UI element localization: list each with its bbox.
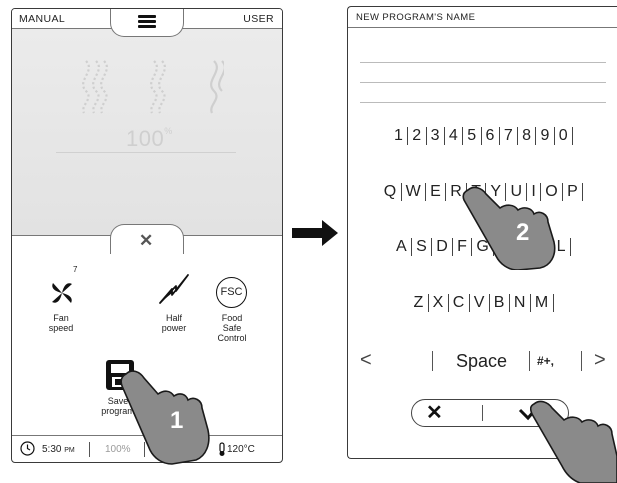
key-0[interactable]: 0	[556, 127, 571, 145]
keyboard-row-zxcv: ZXCVBNM	[348, 294, 617, 312]
humidity-display-area: MANUAL USER 100%	[12, 9, 282, 235]
name-input-line[interactable]	[360, 102, 606, 103]
step-2-badge: 2	[516, 219, 529, 246]
status-separator	[89, 442, 90, 457]
key-separator	[572, 127, 574, 145]
keyboard-row-digits: 1234567890	[348, 127, 617, 145]
status-time-value: 5:30	[42, 444, 62, 455]
key-n[interactable]: N	[511, 294, 529, 312]
user-label[interactable]: USER	[243, 13, 274, 25]
status-core-temp[interactable]: 120°C	[227, 444, 255, 455]
status-time-suffix: PM	[64, 447, 75, 454]
fan-speed-label: Fan speed	[48, 313, 74, 333]
key-separator	[553, 127, 555, 145]
title-divider	[348, 27, 617, 28]
previous-key[interactable]: <	[360, 349, 372, 372]
pill-separator	[482, 405, 483, 421]
key-separator	[432, 351, 433, 371]
key-separator	[535, 127, 537, 145]
key-e[interactable]: E	[427, 183, 444, 201]
food-safe-control-icon[interactable]: FSC	[216, 277, 247, 308]
symbols-key[interactable]: #+,	[537, 354, 554, 368]
key-x[interactable]: X	[430, 294, 447, 312]
key-separator	[529, 294, 531, 312]
key-v[interactable]: V	[471, 294, 488, 312]
humidity-number: 100	[126, 126, 165, 151]
next-key[interactable]: >	[594, 349, 606, 372]
key-separator	[498, 127, 500, 145]
close-icon[interactable]: ✕	[139, 231, 153, 251]
space-key[interactable]: Space	[456, 351, 507, 372]
pointing-hand-icon	[530, 400, 617, 483]
key-separator	[468, 294, 470, 312]
key-8[interactable]: 8	[519, 127, 534, 145]
screen-title: NEW PROGRAM'S NAME	[356, 12, 476, 23]
key-separator	[443, 127, 445, 145]
key-separator	[431, 238, 433, 256]
name-input-line[interactable]	[360, 82, 606, 83]
clock-icon	[20, 441, 35, 456]
cancel-button[interactable]: ✕	[426, 400, 443, 425]
key-separator	[425, 183, 427, 201]
humidity-divider	[56, 152, 236, 153]
key-separator	[517, 127, 519, 145]
key-separator	[400, 183, 402, 201]
fan-speed-level: 7	[73, 265, 78, 274]
key-separator	[581, 351, 582, 371]
key-s[interactable]: S	[413, 238, 430, 256]
key-separator	[447, 294, 449, 312]
key-4[interactable]: 4	[446, 127, 461, 145]
key-1[interactable]: 1	[391, 127, 406, 145]
status-time[interactable]: 5:30 PM	[42, 444, 75, 455]
key-z[interactable]: Z	[410, 294, 426, 312]
key-separator	[452, 238, 454, 256]
fan-icon[interactable]	[50, 281, 74, 305]
food-safe-control-label: Food Safe Control	[217, 313, 247, 343]
key-separator	[480, 127, 482, 145]
key-separator	[582, 183, 584, 201]
key-9[interactable]: 9	[537, 127, 552, 145]
key-m[interactable]: M	[532, 294, 552, 312]
key-2[interactable]: 2	[409, 127, 424, 145]
key-b[interactable]: B	[491, 294, 508, 312]
half-power-icon[interactable]	[158, 273, 190, 305]
key-6[interactable]: 6	[483, 127, 498, 145]
key-separator	[529, 351, 530, 371]
pointing-hand-icon: 1	[120, 370, 210, 465]
key-separator	[462, 127, 464, 145]
key-w[interactable]: W	[403, 183, 425, 201]
key-q[interactable]: Q	[381, 183, 400, 201]
humidity-value: 100%	[126, 126, 173, 152]
key-separator	[425, 127, 427, 145]
key-separator	[427, 294, 429, 312]
humidity-unit: %	[164, 126, 173, 136]
key-separator	[508, 294, 510, 312]
key-separator	[411, 238, 413, 256]
name-input-line[interactable]	[360, 62, 606, 63]
key-d[interactable]: D	[433, 238, 451, 256]
half-power-label: Half power	[161, 313, 187, 333]
arrow-right-icon	[292, 220, 338, 246]
key-5[interactable]: 5	[464, 127, 479, 145]
step-1-badge: 1	[170, 407, 183, 434]
key-7[interactable]: 7	[501, 127, 516, 145]
key-separator	[407, 127, 409, 145]
key-separator	[552, 294, 554, 312]
pointing-hand-icon: 2	[462, 186, 556, 270]
key-3[interactable]: 3	[428, 127, 443, 145]
key-c[interactable]: C	[450, 294, 468, 312]
key-a[interactable]: A	[393, 238, 410, 256]
core-probe-icon	[219, 442, 225, 456]
manual-mode-label[interactable]: MANUAL	[19, 13, 65, 25]
hamburger-menu-icon[interactable]	[138, 15, 156, 28]
steam-icon	[82, 60, 224, 114]
key-separator	[445, 183, 447, 201]
key-separator	[488, 294, 490, 312]
